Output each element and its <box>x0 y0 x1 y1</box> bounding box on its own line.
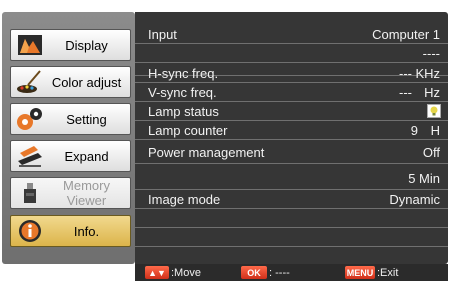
menu-item-memory-viewer[interactable]: Memory Viewer <box>10 177 131 209</box>
menu-item-setting[interactable]: Setting <box>10 103 131 135</box>
hsync-value: --- <box>399 66 412 81</box>
vsync-unit: Hz <box>424 85 440 100</box>
setting-gears-icon <box>15 104 45 134</box>
menu-key-icon: MENU <box>345 266 375 279</box>
lamp-counter-unit: H <box>430 123 440 138</box>
info-row-lamp-status: Lamp status <box>135 102 448 121</box>
menu-item-label: Setting <box>66 111 107 127</box>
info-icon <box>15 216 45 246</box>
input-value: Computer 1 <box>372 27 440 42</box>
info-row-power-timer: 5 Min <box>135 164 448 190</box>
lamp-counter-value: 9 <box>410 123 418 138</box>
display-icon <box>15 30 45 60</box>
lamp-status-bulb-icon <box>427 104 441 118</box>
up-down-key-icon: ▲▼ <box>145 266 169 279</box>
menu-item-color-adjust[interactable]: Color adjust <box>10 66 131 98</box>
signal-value: ---- <box>422 46 440 61</box>
power-timer-value: 5 Min <box>408 171 440 186</box>
color-adjust-icon <box>15 67 45 97</box>
menu-sidebar: Display Color adjust Setting Expand Memo… <box>2 12 135 264</box>
menu-item-display[interactable]: Display <box>10 29 131 61</box>
image-mode-value: Dynamic <box>389 192 440 207</box>
info-row-empty-1 <box>135 209 448 228</box>
menu-item-info[interactable]: Info. <box>10 215 131 247</box>
hsync-unit: KHz <box>415 66 440 81</box>
power-management-value: Off <box>422 145 440 160</box>
exit-hint: :Exit <box>377 267 399 279</box>
input-label: Input <box>148 27 177 42</box>
info-row-power-management: Power management Off <box>135 140 448 164</box>
info-panel: Input Computer 1 ---- H-sync freq. --- K… <box>135 12 448 264</box>
ok-hint: : ---- <box>269 267 290 279</box>
move-hint: :Move <box>171 267 201 279</box>
info-row-empty-2 <box>135 228 448 247</box>
menu-item-label: Info. <box>73 223 100 239</box>
info-row-vsync: V-sync freq. --- Hz <box>135 83 448 102</box>
key-guide-bar: ▲▼ :Move OK : ---- MENU :Exit <box>135 264 448 281</box>
menu-item-label: Color adjust <box>51 74 122 90</box>
expand-icon <box>15 141 45 171</box>
lamp-counter-label: Lamp counter <box>148 123 228 138</box>
vsync-value: --- <box>399 85 412 100</box>
ok-key-icon: OK <box>241 266 267 279</box>
menu-item-label: Display <box>65 37 108 53</box>
info-row-lamp-counter: Lamp counter 9 H <box>135 121 448 140</box>
info-row-input: Input Computer 1 <box>135 25 448 44</box>
menu-item-label: Memory Viewer <box>63 178 110 208</box>
memory-viewer-icon <box>15 178 45 208</box>
power-management-label: Power management <box>148 145 265 160</box>
projector-osd-menu: Display Color adjust Setting Expand Memo… <box>0 0 452 285</box>
menu-item-expand[interactable]: Expand <box>10 140 131 172</box>
info-row-image-mode: Image mode Dynamic <box>135 190 448 209</box>
vsync-label: V-sync freq. <box>148 85 217 100</box>
info-row-signal: ---- <box>135 44 448 63</box>
info-row-hsync: H-sync freq. --- KHz <box>135 64 448 83</box>
hsync-label: H-sync freq. <box>148 66 219 81</box>
menu-item-label: Expand <box>64 148 109 164</box>
image-mode-label: Image mode <box>148 192 221 207</box>
lamp-status-label: Lamp status <box>148 104 219 119</box>
